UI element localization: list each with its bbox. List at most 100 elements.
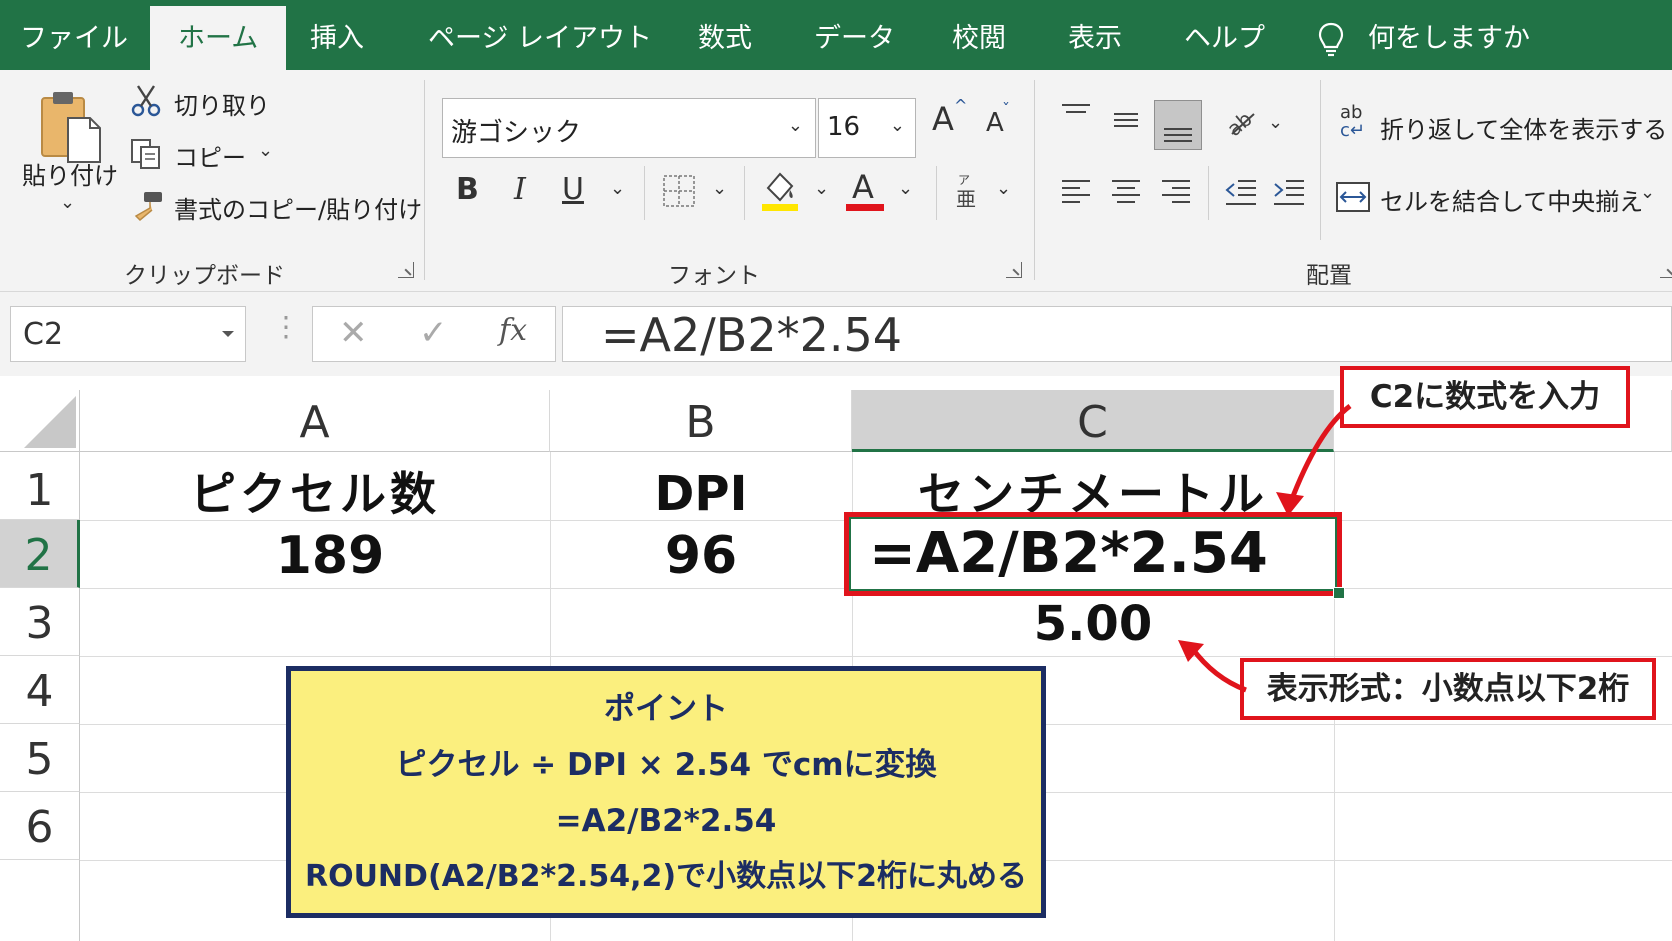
alignment-dialog-launcher-icon[interactable] <box>1660 262 1672 278</box>
orientation-icon[interactable]: ab <box>1224 104 1258 138</box>
clipboard-dialog-launcher-icon[interactable] <box>398 262 414 278</box>
format-painter-icon[interactable] <box>130 190 164 222</box>
cell-a2[interactable]: 189 <box>80 520 580 588</box>
cell-c1[interactable]: センチメートル <box>852 452 1334 521</box>
grow-font-button[interactable]: A <box>932 100 954 138</box>
borders-dropdown-chevron-icon[interactable]: ⌄ <box>712 178 727 199</box>
cell-c3[interactable]: 5.00 <box>852 588 1334 656</box>
cell-c2[interactable]: =A2/B2*2.54 <box>869 519 1268 589</box>
cell-b2[interactable]: 96 <box>550 520 852 588</box>
formula-input[interactable]: =A2/B2*2.54 <box>562 306 1672 362</box>
paste-button[interactable]: 貼り付け <box>22 156 118 191</box>
tab-file[interactable]: ファイル <box>20 0 128 70</box>
tab-page-layout[interactable]: ページ レイアウト <box>428 0 652 70</box>
active-cell-c2-highlight: =A2/B2*2.54 <box>844 512 1345 599</box>
row-header-2[interactable]: 2 <box>0 520 80 588</box>
cell-a1[interactable]: ピクセル数 <box>80 452 550 521</box>
insert-function-button[interactable]: fx <box>499 313 527 348</box>
font-dialog-launcher-icon[interactable] <box>1006 262 1022 278</box>
bold-button[interactable]: B <box>456 172 479 207</box>
row-header-3[interactable]: 3 <box>0 588 80 656</box>
ribbon-tab-bar: ファイル ホーム 挿入 ページ レイアウト 数式 データ 校閲 表示 ヘルプ 何… <box>0 0 1672 70</box>
align-left-icon[interactable] <box>1060 178 1092 208</box>
row-header-1[interactable]: 1 <box>0 452 80 520</box>
lightbulb-icon[interactable] <box>1318 22 1344 58</box>
format-painter-button[interactable]: 書式のコピー/貼り付け <box>174 190 422 225</box>
row-header-7[interactable] <box>0 860 80 941</box>
row-header-5[interactable]: 5 <box>0 724 80 792</box>
paste-icon[interactable] <box>38 88 104 166</box>
align-bottom-icon <box>1164 128 1192 142</box>
cancel-icon[interactable]: ✕ <box>339 313 368 353</box>
tab-help[interactable]: ヘルプ <box>1184 0 1265 70</box>
select-all-triangle-icon <box>24 396 76 448</box>
orientation-dropdown-chevron-icon[interactable]: ⌄ <box>1268 112 1283 133</box>
column-header-c[interactable]: C <box>852 390 1334 452</box>
formula-buttons: ✕ ✓ fx <box>312 306 556 362</box>
cut-button[interactable]: 切り取り <box>174 86 270 121</box>
borders-icon[interactable] <box>662 174 696 208</box>
merge-center-icon[interactable] <box>1336 182 1370 212</box>
select-all-button[interactable] <box>0 390 80 452</box>
underline-dropdown-chevron-icon[interactable]: ⌄ <box>610 178 625 199</box>
formula-bar-grip-icon[interactable]: ⋮ <box>272 310 300 343</box>
decrease-indent-icon[interactable] <box>1224 178 1258 208</box>
fill-handle[interactable] <box>1333 587 1345 599</box>
formula-text: =A2/B2*2.54 <box>601 308 903 362</box>
font-name-value: 游ゴシック <box>451 118 582 148</box>
font-name-combo[interactable]: 游ゴシック ⌄ <box>442 98 816 158</box>
font-group-label: フォント <box>668 263 760 289</box>
group-divider <box>1034 80 1035 280</box>
column-header-b[interactable]: B <box>550 390 852 452</box>
tab-review[interactable]: 校閲 <box>952 0 1006 70</box>
point-line-1: ピクセル ÷ DPI × 2.54 でcmに変換 <box>395 747 937 783</box>
font-name-chevron-icon[interactable]: ⌄ <box>788 115 803 136</box>
align-top-icon[interactable] <box>1060 102 1092 124</box>
tab-data[interactable]: データ <box>814 0 895 70</box>
tab-insert[interactable]: 挿入 <box>310 0 364 70</box>
cell-b1[interactable]: DPI <box>550 452 852 522</box>
font-color-button[interactable]: A <box>852 168 874 206</box>
font-color-dropdown-chevron-icon[interactable]: ⌄ <box>898 178 913 199</box>
merge-dropdown-chevron-icon[interactable]: ⌄ <box>1640 182 1655 203</box>
row-header-6[interactable]: 6 <box>0 792 80 860</box>
align-right-icon[interactable] <box>1160 178 1192 208</box>
name-box-dropdown-icon[interactable] <box>221 329 235 339</box>
name-box[interactable]: C2 <box>10 306 246 362</box>
column-header-a[interactable]: A <box>80 390 550 452</box>
paste-dropdown-chevron-icon[interactable]: ⌄ <box>60 192 75 213</box>
wrap-text-button[interactable]: 折り返して全体を表示する <box>1380 110 1667 145</box>
formula-bar: C2 ⋮ ✕ ✓ fx =A2/B2*2.54 <box>0 292 1672 376</box>
divider <box>644 166 645 220</box>
copy-dropdown-chevron-icon[interactable]: ⌄ <box>258 140 273 161</box>
align-middle-icon[interactable] <box>1110 110 1142 132</box>
tab-home[interactable]: ホーム <box>150 6 287 70</box>
tell-me-search[interactable]: 何をしますか <box>1368 0 1530 70</box>
italic-button[interactable]: I <box>514 172 526 207</box>
scissors-icon[interactable] <box>130 84 162 118</box>
font-size-combo[interactable]: 16 ⌄ <box>818 98 916 158</box>
divider <box>1208 166 1209 220</box>
alignment-group-label: 配置 <box>1306 263 1352 289</box>
align-center-icon[interactable] <box>1110 178 1142 208</box>
svg-text:ア: ア <box>958 173 970 187</box>
grow-caret-icon: ^ <box>954 96 968 115</box>
font-size-chevron-icon[interactable]: ⌄ <box>890 115 905 136</box>
name-box-value: C2 <box>23 317 64 352</box>
fill-color-icon[interactable] <box>760 170 800 212</box>
point-line-2: =A2/B2*2.54 <box>555 803 777 839</box>
row-header-4[interactable]: 4 <box>0 656 80 724</box>
align-bottom-button[interactable] <box>1154 100 1202 150</box>
underline-button[interactable]: U <box>562 172 584 207</box>
group-divider <box>424 80 425 280</box>
merge-center-button[interactable]: セルを結合して中央揃え <box>1380 182 1643 217</box>
enter-icon[interactable]: ✓ <box>419 313 448 353</box>
tab-view[interactable]: 表示 <box>1068 0 1122 70</box>
phonetic-dropdown-chevron-icon[interactable]: ⌄ <box>996 178 1011 199</box>
fill-color-dropdown-chevron-icon[interactable]: ⌄ <box>814 178 829 199</box>
phonetic-guide-icon[interactable]: ア 亜 <box>954 172 978 210</box>
tab-formulas[interactable]: 数式 <box>698 0 752 70</box>
copy-button[interactable]: コピー <box>174 138 246 173</box>
increase-indent-icon[interactable] <box>1272 178 1306 208</box>
copy-icon[interactable] <box>130 138 162 170</box>
